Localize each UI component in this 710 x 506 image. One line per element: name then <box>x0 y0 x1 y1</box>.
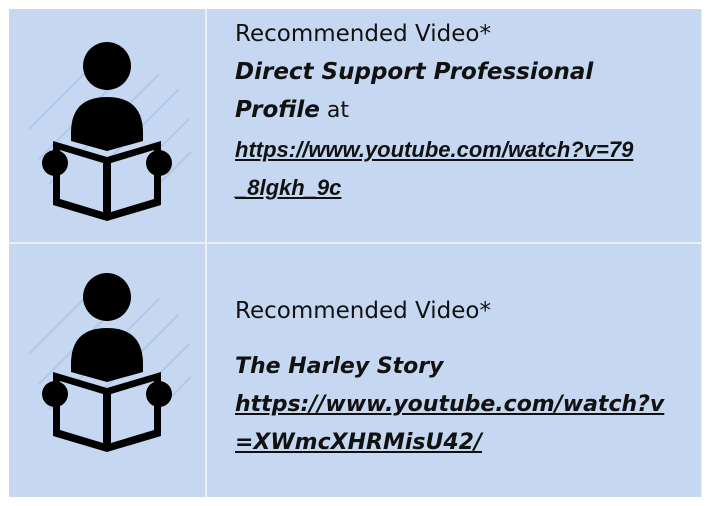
video-title-line: Profile <box>235 97 320 123</box>
icon-cell <box>9 9 205 242</box>
person-reading-book-icon <box>28 273 192 452</box>
table-row: Recommended Video* Direct Support Profes… <box>9 9 701 242</box>
video-title: The Harley Story <box>235 354 444 379</box>
video-url-link[interactable]: https://www.youtube.com/watch?v <box>235 386 695 424</box>
video-title-line: Direct Support Professional <box>235 59 594 85</box>
video-info-cell: Recommended Video* The Harley Story http… <box>235 292 695 462</box>
video-url-link[interactable]: =XWmcXHRMisU42/ <box>235 424 695 462</box>
row-divider <box>9 242 701 244</box>
recommended-video-heading: Recommended Video* <box>235 298 491 324</box>
icon-cell <box>9 244 205 497</box>
at-text: at <box>319 98 349 123</box>
person-reading-book-icon <box>28 42 192 221</box>
recommended-videos-table: Recommended Video* Direct Support Profes… <box>9 9 702 497</box>
video-url-link[interactable]: _8lgkh_9c <box>235 169 695 207</box>
video-info-cell: Recommended Video* Direct Support Profes… <box>235 15 695 207</box>
recommended-video-heading: Recommended Video* <box>235 21 491 47</box>
column-divider <box>205 9 207 497</box>
table-row: Recommended Video* The Harley Story http… <box>9 244 701 497</box>
video-url-link[interactable]: https://www.youtube.com/watch?v=79 <box>235 131 695 169</box>
